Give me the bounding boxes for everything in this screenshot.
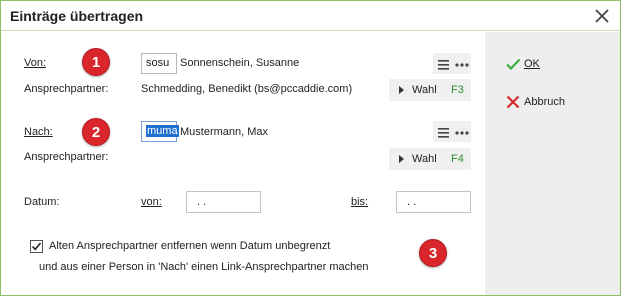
cancel-button[interactable]: Abbruch [505,92,595,114]
datum-von-label: von: [141,196,162,208]
nach-wahl-label: Wahl [412,153,437,165]
von-wahl-shortcut: F3 [451,84,464,96]
option-text-line2: und aus einer Person in 'Nach' einen Lin… [39,261,369,273]
von-wahl-label: Wahl [412,84,437,96]
callout-badge-1: 1 [82,48,110,76]
nach-wahl-shortcut: F4 [451,153,464,165]
nach-code-selected-text: muma [146,125,179,137]
von-code-field[interactable]: sosu [141,53,177,74]
menu-more-icon [438,60,469,70]
date-from-field[interactable]: . . [186,191,261,213]
dialog-title: Einträge übertragen [10,8,144,24]
remove-contact-checkbox[interactable] [30,240,43,253]
main-panel: Von: 1 sosu Sonnenschein, Susanne Anspre… [1,32,485,295]
action-panel: OK Abbruch [485,32,620,295]
callout-badge-2: 2 [82,118,110,146]
cancel-x-icon [506,95,520,109]
play-arrow-icon [399,155,404,163]
nach-menu-button[interactable] [433,121,471,142]
checkmark-icon [31,242,42,251]
cancel-label: Abbruch [524,96,565,108]
von-contact-value: Schmedding, Benedikt (bs@pccaddie.com) [141,83,353,95]
nach-code-field[interactable]: muma [141,121,179,142]
von-contact-label: Ansprechpartner: [24,83,109,95]
option-text-line1: Alten Ansprechpartner entfernen wenn Dat… [49,240,331,252]
nach-wahl-button[interactable]: Wahl F4 [389,148,471,170]
datum-bis-label: bis: [351,196,369,208]
ok-label: OK [524,58,540,70]
callout-badge-3: 3 [419,239,447,267]
check-icon [506,58,521,71]
nach-contact-label: Ansprechpartner: [24,151,109,163]
close-icon[interactable] [592,6,612,26]
von-label: Von: [24,57,47,69]
nach-name: Mustermann, Max [180,126,269,138]
von-name: Sonnenschein, Susanne [180,57,300,69]
title-bar: Einträge übertragen [1,1,620,31]
ok-button[interactable]: OK [505,54,565,76]
datum-label: Datum: [24,196,60,208]
play-arrow-icon [399,86,404,94]
menu-more-icon [438,128,469,138]
nach-label: Nach: [24,126,53,138]
von-wahl-button[interactable]: Wahl F3 [389,79,471,101]
date-to-field[interactable]: . . [396,191,471,213]
von-menu-button[interactable] [433,53,471,74]
transfer-entries-dialog: Einträge übertragen Von: 1 sosu Sonnensc… [0,0,621,296]
